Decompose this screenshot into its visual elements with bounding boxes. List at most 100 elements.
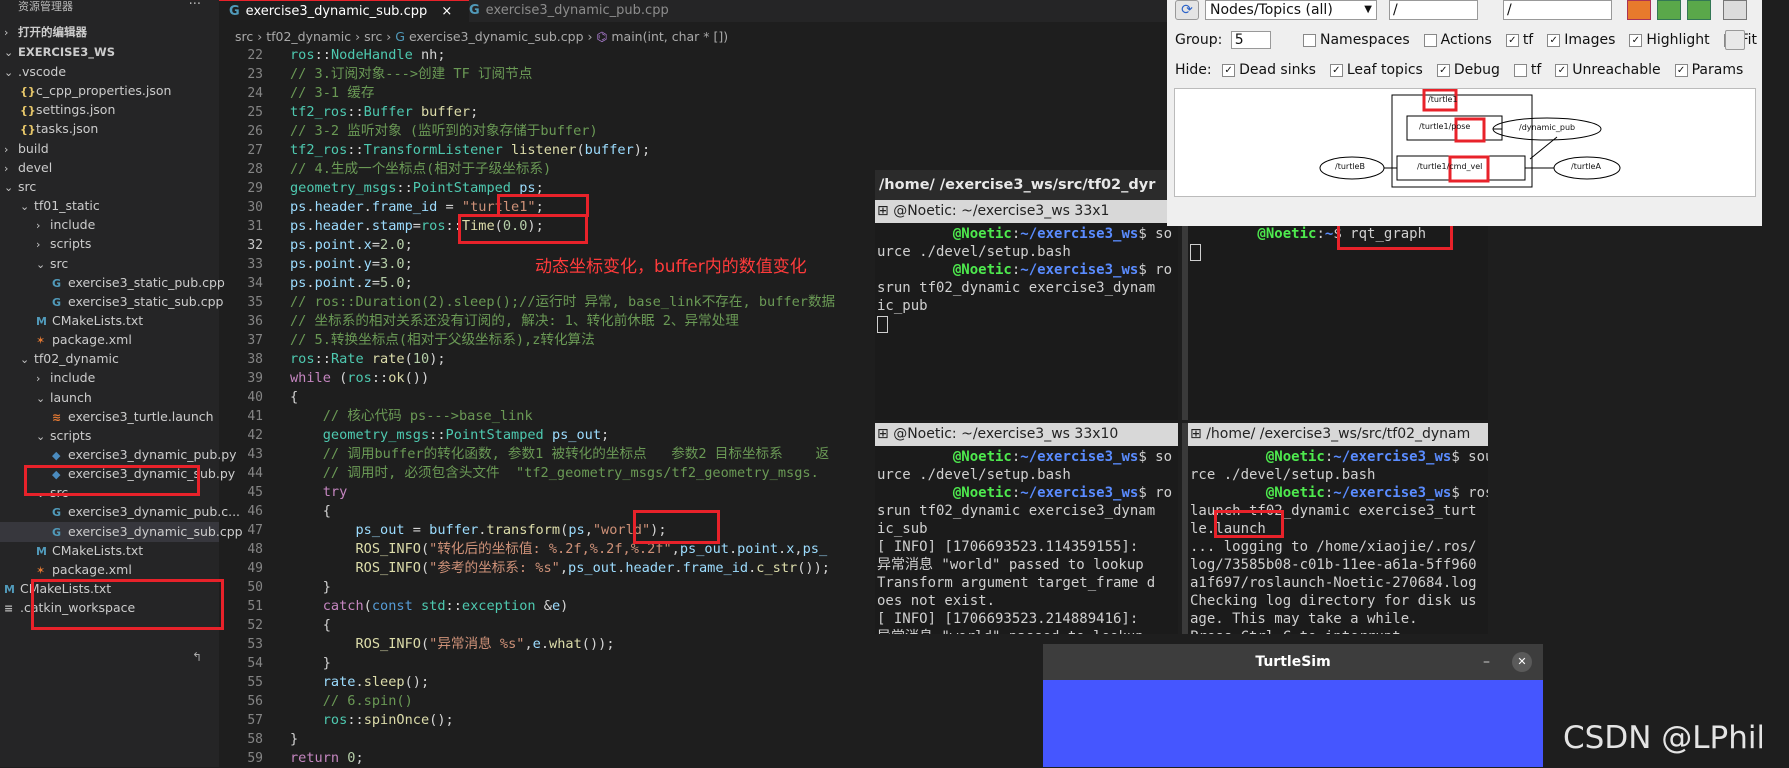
checkbox-checked-icon[interactable]: ✓ [1547,33,1561,47]
checkbox-checked-icon[interactable]: ✓ [1674,63,1688,77]
file-tree-item[interactable]: ⌄ scripts [0,426,219,446]
more-actions-icon[interactable]: ··· [189,0,201,12]
code-token: = [404,522,430,538]
file-tree-item[interactable]: Gexercise3_static_pub.cpp [0,273,225,293]
checkbox-checked-icon[interactable]: ✓ [1222,63,1236,77]
file-tree-item-label: exercise3_static_sub.cpp [68,293,224,309]
code-token: header [314,218,364,234]
file-tree-item[interactable]: {}tasks.json [0,119,219,139]
file-tree-item[interactable]: ⌄ src [0,254,219,274]
checkbox-checked-icon[interactable]: ✓ [1505,33,1519,47]
file-tree-item[interactable]: M CMakeLists.txt [0,311,219,331]
file-tree-item[interactable]: ⌄ tf01_static [0,196,219,216]
open-editors-section[interactable]: › 打开的编辑器 [0,22,87,42]
breadcrumb-item[interactable]: src [235,29,253,44]
tab-exercise3-dynamic-pub[interactable]: Gexercise3_dynamic_pub.cpp [459,0,679,22]
code-token: PointStamped [445,427,544,443]
line-number: 45 [247,485,263,500]
node-filter-input[interactable]: / [1389,0,1478,20]
checkbox-option[interactable]: Actions [1423,32,1492,48]
checkbox-checked-icon[interactable]: ✓ [1436,63,1450,77]
checkbox-checked-icon[interactable]: ✓ [1629,33,1643,47]
terminal-token: urce ./devel/setup.bash [877,467,1071,483]
file-tree-item[interactable]: ⌄ tf02_dynamic [0,349,219,369]
line-number: 34 [247,276,263,291]
breadcrumb-item[interactable]: src [364,29,382,44]
file-tree-item[interactable]: ◆ exercise3_dynamic_pub.py [0,445,237,465]
tab-exercise3-dynamic-sub[interactable]: Gexercise3_dynamic_sub.cpp × [219,0,469,23]
file-tree-item[interactable]: ≋ exercise3_turtle.launch [0,407,219,427]
checkbox-option[interactable]: ✓ Dead sinks [1222,62,1316,78]
terminal-pane-3[interactable]: ⊞ @Noetic: ~/exercise3_ws 33x10 @Noetic:… [875,423,1178,634]
close-tab-icon[interactable]: × [441,4,452,19]
breadcrumb-item[interactable]: exercise3_dynamic_sub.cpp [409,29,584,44]
terminal-pane-1[interactable]: ⊞ @Noetic: ~/exercise3_ws 33x1 @Noetic:~… [875,200,1178,420]
file-tree-item-label: exercise3_turtle.launch [68,408,214,424]
terminal-token: $ ros [1451,485,1488,501]
file-tree-item[interactable]: Gexercise3_dynamic_sub.cpp [0,521,243,542]
checkbox-option[interactable]: tf [1513,62,1541,78]
file-tree-item[interactable]: › include [0,215,219,235]
open-editors-label: 打开的编辑器 [18,25,87,39]
checkbox-option[interactable]: ✓ Leaf topics [1329,62,1423,78]
checkbox-checked-icon[interactable]: ✓ [1555,63,1569,77]
checkbox-option[interactable]: Namespaces [1303,32,1410,48]
file-tree-item[interactable]: M CMakeLists.txt [0,541,219,561]
minimize-icon[interactable]: – [1483,644,1490,680]
checkbox-option[interactable]: ✓ Images [1547,32,1615,48]
load-dot-icon[interactable] [1627,0,1651,20]
checkbox-option[interactable]: ✓ Params [1674,62,1743,78]
clipboard-icon[interactable] [1725,30,1745,50]
chevron-right-icon: › [4,142,9,156]
file-tree-item[interactable]: {}settings.json [0,100,219,120]
checkbox-option[interactable]: ✓ Unreachable [1555,62,1661,78]
rqt-graph-window: ⟳ Nodes/Topics (all) ▼ / / Group: 5 Name… [1167,0,1762,226]
file-tree-item[interactable]: Gexercise3_static_sub.cpp [0,292,223,312]
file-tree-item[interactable]: {}c_cpp_properties.json [0,81,219,101]
checkbox-empty-icon[interactable] [1303,33,1316,47]
save-dot-icon[interactable] [1657,0,1681,20]
breadcrumb-item[interactable]: tf02_dynamic [266,29,351,44]
file-tree-item-label: package.xml [52,561,132,577]
group-spinbox[interactable]: 5 [1230,31,1271,49]
terminal-line: [ INFO] [1706693523.214889416]: [877,610,1138,628]
graph-canvas[interactable]: /turtle1 /turtle1/pose /turtle1/cmd_vel … [1174,88,1756,197]
file-tree-item[interactable]: › devel [0,158,219,178]
checkbox-option[interactable]: ✓ tf [1505,32,1533,48]
topic-filter-input[interactable]: / [1503,0,1612,20]
workspace-root[interactable]: ⌄ EXERCISE3_WS [0,42,115,62]
checkbox-option[interactable]: ✓ Debug [1436,62,1500,78]
save-image-icon[interactable] [1723,0,1747,20]
save-svg-icon[interactable] [1687,0,1711,20]
checkbox-empty-icon[interactable] [1513,63,1527,77]
refresh-icon[interactable]: ⟳ [1175,0,1199,20]
code-token: const [371,598,413,614]
file-tree-item[interactable]: ✶ package.xml [0,330,219,350]
file-tree-item[interactable]: ⌄ .vscode [0,62,219,82]
file-tree-item[interactable]: › include [0,368,219,388]
file-tree-item[interactable]: ✶ package.xml [0,560,219,580]
checkbox-option[interactable]: ✓ Highlight [1629,32,1710,48]
code-line: geometry_msgs::PointStamped ps_out; [290,426,609,445]
checkbox-empty-icon[interactable] [1423,33,1437,47]
turtlesim-canvas[interactable] [1043,680,1543,767]
code-token: point [314,237,356,253]
breadcrumb-item[interactable]: main(int, char * []) [611,29,728,44]
terminal-token: $ ro [1138,262,1173,278]
graph-mode-select[interactable]: Nodes/Topics (all) ▼ [1205,0,1377,20]
close-icon[interactable]: ✕ [1512,652,1532,672]
code-token: :: [314,47,331,63]
right-edge [1762,0,1789,767]
code-token: ; [404,237,413,253]
file-tree-item[interactable]: ⌄ launch [0,388,219,408]
file-tree-item[interactable]: › build [0,139,219,159]
file-tree-item[interactable]: ⌄ src [0,177,219,197]
checkbox-label: Actions [1440,32,1492,48]
checkbox-checked-icon[interactable]: ✓ [1329,63,1343,77]
code-line: } [290,654,331,673]
file-tree-item[interactable]: Gexercise3_dynamic_pub.c... [0,502,240,522]
code-token: . [363,199,372,215]
file-tree-item[interactable]: › scripts [0,234,219,254]
code-token: :: [347,712,364,728]
